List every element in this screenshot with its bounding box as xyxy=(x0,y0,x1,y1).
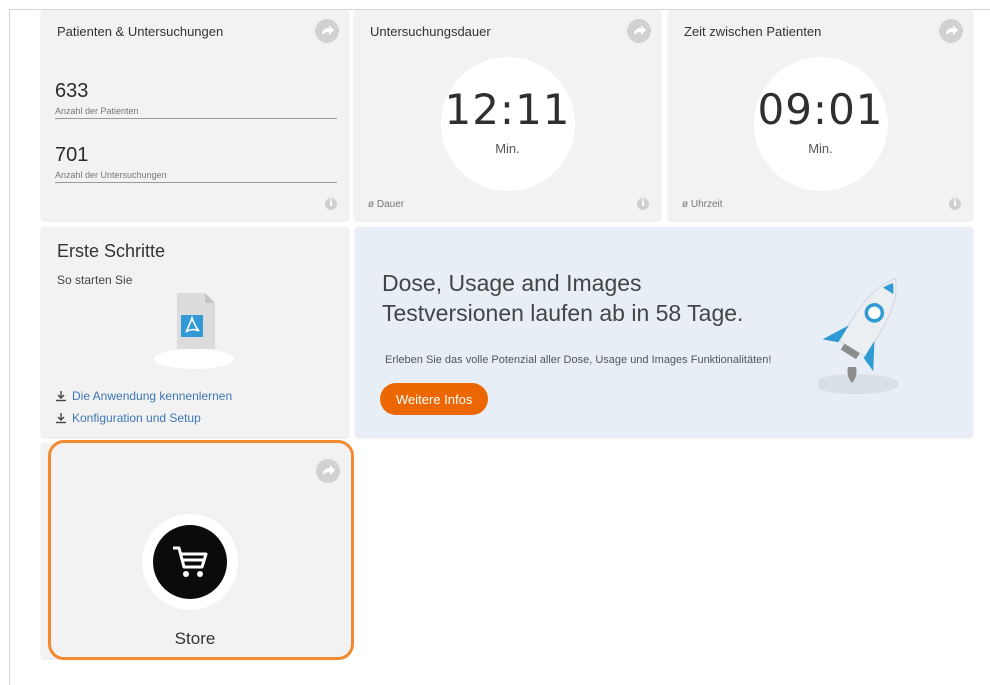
link-configuration-setup-label: Konfiguration und Setup xyxy=(72,411,201,425)
patients-count-label: Anzahl der Patienten xyxy=(55,106,139,116)
link-configuration-setup[interactable]: Konfiguration und Setup xyxy=(55,411,201,425)
exams-count: 701 xyxy=(55,144,89,166)
link-learn-application-label: Die Anwendung kennenlernen xyxy=(72,389,233,403)
trial-banner: Dose, Usage and Images Testversionen lau… xyxy=(355,227,973,437)
rocket-icon xyxy=(818,278,899,394)
between-time: 09:01 xyxy=(757,85,884,134)
info-icon[interactable]: i xyxy=(949,198,961,210)
patients-count: 633 xyxy=(55,80,89,102)
duration-tile: Untersuchungsdauer 12:11 Min. ø Dauer i xyxy=(354,10,661,220)
patients-tile: Patienten & Untersuchungen 633 Anzahl de… xyxy=(41,10,349,220)
banner-title: Dose, Usage and Images Testversionen lau… xyxy=(382,268,743,328)
banner-title-line1: Dose, Usage and Images xyxy=(382,270,642,296)
patients-divider xyxy=(55,118,337,119)
exams-divider xyxy=(55,182,337,183)
duration-circle: 12:11 Min. xyxy=(440,57,575,191)
share-arrow-icon[interactable] xyxy=(315,19,339,43)
between-circle: 09:01 Min. xyxy=(753,57,888,191)
more-info-button[interactable]: Weitere Infos xyxy=(380,383,489,415)
store-highlight-frame xyxy=(48,440,354,660)
getting-started-tile: Erste Schritte So starten Sie Die Anwend… xyxy=(41,227,349,437)
link-learn-application[interactable]: Die Anwendung kennenlernen xyxy=(55,389,232,403)
download-icon xyxy=(56,413,66,424)
duration-tile-title: Untersuchungsdauer xyxy=(370,24,491,39)
getting-started-subtitle: So starten Sie xyxy=(57,273,133,287)
getting-started-title: Erste Schritte xyxy=(57,241,166,261)
share-arrow-icon[interactable] xyxy=(627,19,651,43)
pdf-shadow xyxy=(154,349,234,369)
info-icon[interactable]: i xyxy=(325,198,337,210)
download-icon xyxy=(56,391,66,402)
between-tile-title: Zeit zwischen Patienten xyxy=(684,24,822,39)
pdf-document-icon[interactable] xyxy=(152,293,236,377)
frame-left-border xyxy=(9,9,10,685)
banner-title-line2: Testversionen laufen ab in 58 Tage. xyxy=(382,300,744,326)
exams-count-label: Anzahl der Untersuchungen xyxy=(55,170,167,180)
between-unit: Min. xyxy=(808,141,833,156)
between-footer: ø Uhrzeit xyxy=(682,199,723,210)
info-icon[interactable]: i xyxy=(637,198,649,210)
share-arrow-icon[interactable] xyxy=(939,19,963,43)
between-tile: Zeit zwischen Patienten 09:01 Min. ø Uhr… xyxy=(668,10,973,220)
duration-time: 12:11 xyxy=(444,85,571,134)
duration-unit: Min. xyxy=(495,141,520,156)
banner-text: Erleben Sie das volle Potenzial aller Do… xyxy=(385,354,772,366)
patients-tile-title: Patienten & Untersuchungen xyxy=(57,24,224,39)
duration-footer: ø Dauer xyxy=(368,199,405,210)
